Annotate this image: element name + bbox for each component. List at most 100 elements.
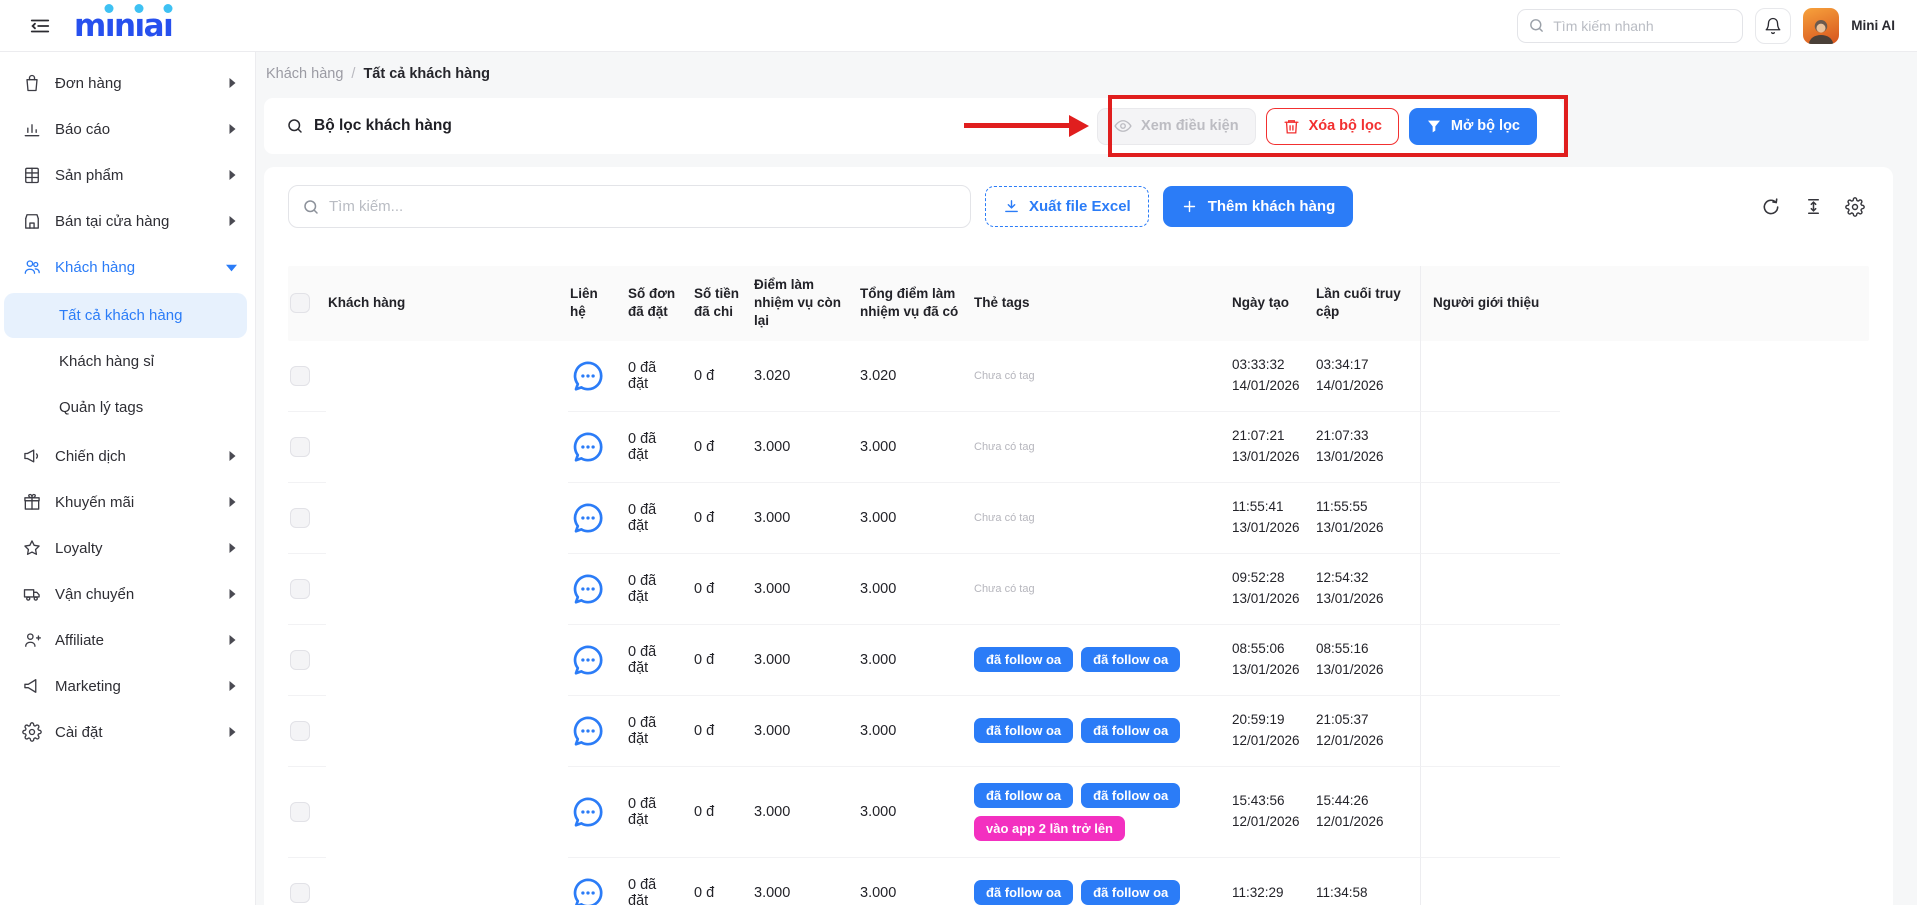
- chat-bubble-icon[interactable]: [570, 358, 606, 394]
- view-conditions-button[interactable]: Xem điều kiện: [1097, 108, 1256, 145]
- sidebar-item-san-pham[interactable]: Sản phẩm: [0, 152, 255, 198]
- created-date-cell: 15:43:5612/01/2026: [1230, 767, 1314, 858]
- sidebar-item-bao-cao[interactable]: Báo cáo: [0, 106, 255, 152]
- chevron-right-icon: [227, 497, 237, 507]
- row-checkbox[interactable]: [290, 802, 310, 822]
- chevron-right-icon: [227, 216, 237, 226]
- filter-title: Bộ lọc khách hàng: [286, 117, 452, 135]
- sidebar-item-label: Chiến dịch: [55, 448, 214, 465]
- sidebar-item-khach-hang[interactable]: Khách hàng: [0, 244, 255, 290]
- points-left-cell: 3.020: [752, 341, 858, 412]
- global-search-input[interactable]: [1553, 18, 1734, 34]
- created-date-cell: 08:55:0613/01/2026: [1230, 625, 1314, 696]
- notifications-button[interactable]: [1755, 8, 1791, 44]
- breadcrumb-parent[interactable]: Khách hàng: [266, 66, 343, 82]
- points-total-cell: 3.000: [858, 483, 972, 554]
- sidebar-item-cai-dat[interactable]: Cài đặt: [0, 709, 255, 755]
- tag-badge: đã follow oa: [1081, 718, 1180, 743]
- amount-spent-cell: 0 đ: [692, 858, 752, 905]
- row-checkbox[interactable]: [290, 366, 310, 386]
- sidebar-subitem-khach-hang-si[interactable]: Khách hàng sỉ: [4, 339, 247, 384]
- chat-bubble-icon[interactable]: [570, 713, 606, 749]
- tags-list: đã follow oađã follow oa: [974, 712, 1180, 749]
- breadcrumb: Khách hàng / Tất cả khách hàng: [266, 66, 1893, 82]
- affiliate-icon: [22, 630, 42, 650]
- collapse-sidebar-icon[interactable]: [26, 12, 54, 40]
- row-checkbox[interactable]: [290, 579, 310, 599]
- chat-bubble-icon[interactable]: [570, 642, 606, 678]
- chat-bubble-icon[interactable]: [570, 794, 606, 830]
- sidebar-submenu-khach-hang: Tất cả khách hàngKhách hàng sỉQuản lý ta…: [0, 290, 255, 433]
- referrer-cell: [1420, 483, 1560, 554]
- sidebar-item-ban-tai-cua-hang[interactable]: Bán tại cửa hàng: [0, 198, 255, 244]
- created-date-cell: 21:07:2113/01/2026: [1230, 412, 1314, 483]
- sidebar-item-van-chuyen[interactable]: Vận chuyển: [0, 571, 255, 617]
- sidebar-subitem-tat-ca-khach-hang[interactable]: Tất cả khách hàng: [4, 293, 247, 338]
- chart-icon: [22, 119, 42, 139]
- contact-cell: [568, 554, 626, 625]
- points-left-cell: 3.000: [752, 483, 858, 554]
- sidebar-item-loyalty[interactable]: Loyalty: [0, 525, 255, 571]
- open-filter-button[interactable]: Mở bộ lọc: [1409, 108, 1537, 145]
- export-excel-button[interactable]: Xuất file Excel: [985, 186, 1149, 227]
- tags-cell: Chưa có tag: [972, 483, 1230, 554]
- amount-spent-cell: 0 đ: [692, 341, 752, 412]
- column-header-2: Liên hệ: [568, 275, 626, 331]
- orders-count-cell: 0 đã đặt: [626, 412, 692, 483]
- chevron-right-icon: [227, 727, 237, 737]
- customer-name-cell: [326, 412, 568, 483]
- sidebar-item-affiliate[interactable]: Affiliate: [0, 617, 255, 663]
- row-checkbox[interactable]: [290, 721, 310, 741]
- referrer-cell: [1420, 625, 1560, 696]
- customer-name-cell: [326, 696, 568, 767]
- contact-cell: [568, 696, 626, 767]
- avatar[interactable]: [1803, 8, 1839, 44]
- tags-list: đã follow oađã follow oavào app 2 lần tr…: [974, 777, 1218, 847]
- row-checkbox-cell: [288, 341, 326, 412]
- referrer-cell: [1420, 767, 1560, 858]
- app-logo[interactable]: mınıaı: [74, 11, 172, 41]
- sidebar-item-khuyen-mai[interactable]: Khuyến mãi: [0, 479, 255, 525]
- table-search-input[interactable]: [329, 198, 957, 215]
- select-all-checkbox[interactable]: [290, 293, 310, 313]
- referrer-cell: [1420, 858, 1560, 905]
- search-icon: [286, 117, 304, 135]
- last-access-cell: 08:55:1613/01/2026: [1314, 625, 1420, 696]
- search-icon: [1528, 17, 1545, 34]
- clear-filter-button[interactable]: Xóa bộ lọc: [1266, 108, 1399, 145]
- refresh-icon[interactable]: [1761, 197, 1781, 217]
- row-height-icon[interactable]: [1803, 197, 1823, 217]
- add-customer-button[interactable]: Thêm khách hàng: [1163, 186, 1354, 227]
- chat-bubble-icon[interactable]: [570, 500, 606, 536]
- amount-spent-cell: 0 đ: [692, 767, 752, 858]
- table-row: 0 đã đặt0 đ3.0203.020Chưa có tag03:33:32…: [288, 341, 1869, 412]
- row-checkbox[interactable]: [290, 883, 310, 903]
- chat-bubble-icon[interactable]: [570, 429, 606, 465]
- sidebar-item-label: Báo cáo: [55, 121, 214, 138]
- tag-badge: đã follow oa: [1081, 647, 1180, 672]
- chat-bubble-icon[interactable]: [570, 875, 606, 905]
- filter-title-label: Bộ lọc khách hàng: [314, 117, 452, 135]
- chat-bubble-icon[interactable]: [570, 571, 606, 607]
- tag-badge: đã follow oa: [1081, 783, 1180, 808]
- star-icon: [22, 538, 42, 558]
- tag-badge: đã follow oa: [974, 647, 1073, 672]
- sidebar-item-don-hang[interactable]: Đơn hàng: [0, 60, 255, 106]
- row-checkbox[interactable]: [290, 650, 310, 670]
- product-icon: [22, 165, 42, 185]
- last-access-cell: 03:34:1714/01/2026: [1314, 341, 1420, 412]
- amount-spent-cell: 0 đ: [692, 554, 752, 625]
- sidebar-item-label: Đơn hàng: [55, 75, 214, 92]
- orders-count-cell: 0 đã đặt: [626, 767, 692, 858]
- gear-icon[interactable]: [1845, 197, 1865, 217]
- row-checkbox[interactable]: [290, 437, 310, 457]
- row-checkbox[interactable]: [290, 508, 310, 528]
- gear-icon: [22, 722, 42, 742]
- sidebar-item-chien-dich[interactable]: Chiến dịch: [0, 433, 255, 479]
- chevron-right-icon: [227, 635, 237, 645]
- customer-table-card: Xuất file Excel Thêm khách hàng Khách hà…: [264, 167, 1893, 905]
- referrer-cell: [1420, 341, 1560, 412]
- sidebar-item-marketing[interactable]: Marketing: [0, 663, 255, 709]
- row-checkbox-cell: [288, 412, 326, 483]
- sidebar-subitem-quan-ly-tags[interactable]: Quản lý tags: [4, 385, 247, 430]
